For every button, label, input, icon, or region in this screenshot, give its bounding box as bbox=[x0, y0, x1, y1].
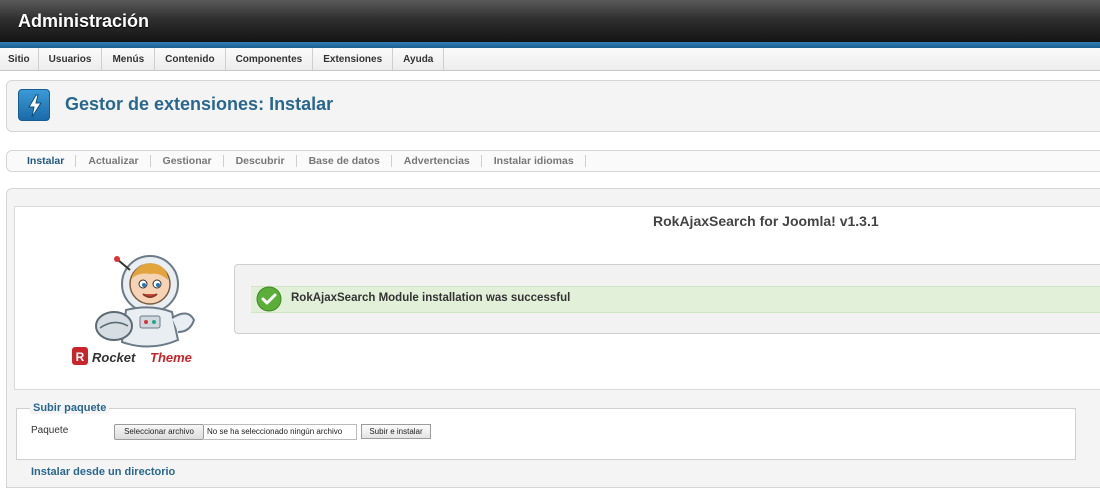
svg-text:R: R bbox=[76, 350, 85, 364]
menu-item-sitio[interactable]: Sitio bbox=[0, 48, 39, 71]
tab-instalar[interactable]: Instalar bbox=[15, 151, 77, 171]
tab-instalar-idiomas[interactable]: Instalar idiomas bbox=[482, 151, 586, 171]
menu-item-ayuda[interactable]: Ayuda bbox=[393, 48, 445, 71]
package-label: Paquete bbox=[31, 425, 69, 436]
tab-gestionar[interactable]: Gestionar bbox=[151, 151, 224, 171]
svg-text:Theme: Theme bbox=[150, 350, 192, 365]
menu-item-extensiones[interactable]: Extensiones bbox=[313, 48, 394, 71]
rockettheme-logo: R Rocket Theme bbox=[70, 248, 210, 370]
main-menu: Sitio Usuarios Menús Contenido Component… bbox=[0, 48, 1100, 71]
menu-item-usuarios[interactable]: Usuarios bbox=[39, 48, 103, 71]
success-message: RokAjaxSearch Module installation was su… bbox=[291, 292, 571, 304]
tab-descubrir[interactable]: Descubrir bbox=[224, 151, 297, 171]
menu-item-menus[interactable]: Menús bbox=[102, 48, 156, 71]
install-from-directory-legend: Instalar desde un directorio bbox=[31, 466, 176, 478]
page-header: Gestor de extensiones: Instalar bbox=[6, 80, 1100, 132]
upload-package-legend: Subir paquete bbox=[30, 402, 110, 414]
tab-advertencias[interactable]: Advertencias bbox=[392, 151, 482, 171]
checkmark-icon bbox=[256, 286, 282, 312]
app-title: Administración bbox=[18, 11, 150, 31]
page-title: Gestor de extensiones: Instalar bbox=[65, 94, 334, 114]
admin-header: Administración bbox=[0, 0, 1100, 42]
menu-item-contenido[interactable]: Contenido bbox=[155, 48, 226, 71]
file-status-text: No se ha seleccionado ningún archivo bbox=[204, 424, 357, 440]
svg-text:Rocket: Rocket bbox=[92, 350, 136, 365]
install-result-title: RokAjaxSearch for Joomla! v1.3.1 bbox=[653, 213, 879, 229]
menu-item-componentes[interactable]: Componentes bbox=[226, 48, 314, 71]
upload-install-button[interactable]: Subir e instalar bbox=[361, 424, 431, 439]
lightning-icon bbox=[18, 89, 50, 121]
choose-file-button[interactable]: Seleccionar archivo bbox=[114, 424, 204, 440]
tab-actualizar[interactable]: Actualizar bbox=[76, 151, 151, 171]
tab-base-de-datos[interactable]: Base de datos bbox=[297, 151, 393, 171]
extension-subnav: Instalar Actualizar Gestionar Descubrir … bbox=[6, 150, 1100, 172]
